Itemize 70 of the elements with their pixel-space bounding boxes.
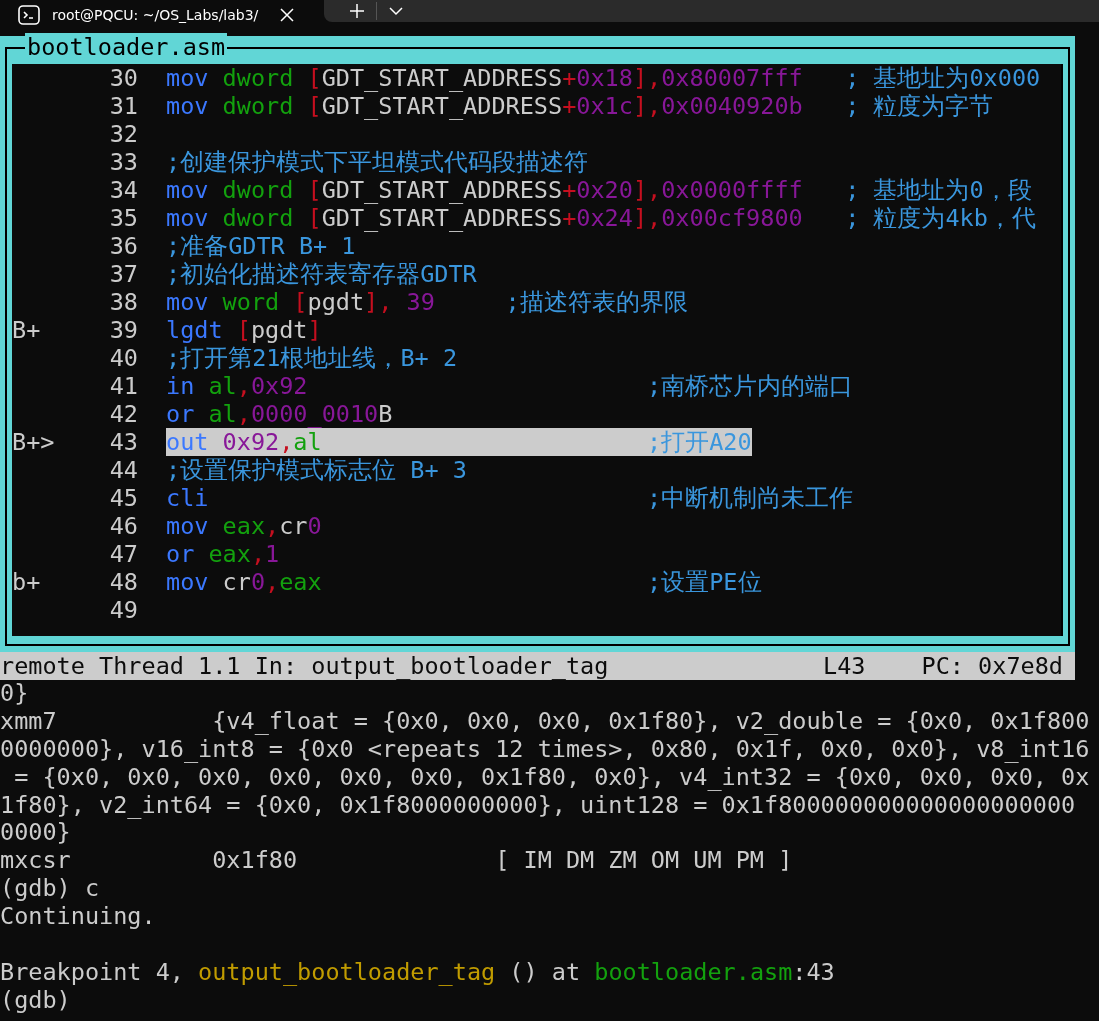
console-line: (gdb) [0, 986, 72, 1015]
code-line: ;初始化描述符表寄存器GDTR [166, 260, 477, 288]
line-number: 45 [108, 484, 138, 512]
code-line: in al,0x92 [166, 372, 309, 400]
line-number: 30 [108, 64, 138, 92]
console-line: 0000000}, v16_int8 = {0x0 <repeats 12 times>, 0x80, 0x1f, 0x0, 0x0}, v8_int16 [0, 735, 1091, 764]
terminal-icon [18, 5, 40, 25]
console-line: Continuing. [0, 903, 157, 931]
line-number: 47 [108, 540, 138, 568]
close-icon[interactable] [280, 8, 295, 22]
line-number: 37 [108, 260, 138, 288]
line-number: 41 [108, 372, 138, 400]
chevron-down-icon[interactable] [389, 6, 404, 16]
code-line: ;创建保护模式下平坦模式代码段描述符 [166, 148, 589, 176]
code-line: ;准备GDTR B+ 1 [166, 232, 356, 260]
line-number: 39 [108, 316, 138, 344]
line-number: 35 [108, 204, 138, 232]
console-line: Breakpoint 4, output_bootloader_tag () at bootloader.asm:43 [0, 958, 836, 987]
code-line: mov cr0,eax [166, 568, 323, 596]
code-comment: ;打开A20 [647, 428, 752, 456]
line-number: 40 [108, 344, 138, 372]
line-number: 43 [108, 428, 138, 456]
tab-title: root@PQCU: ~/OS_Labs/lab3/ [52, 7, 259, 23]
console-line: (gdb) c [0, 875, 101, 904]
console-line: xmm7 {v4_float = {0x0, 0x0, 0x0, 0x1f80}, v2_double = {0x0, 0x1f800 [0, 707, 1091, 736]
thread-status: remote Thread 1.1 In: output_bootloader_tag [0, 652, 609, 680]
code-line: mov dword [GDT_START_ADDRESS+0x24],0x00cf9800 [166, 204, 804, 232]
line-number: 31 [108, 92, 138, 120]
code-line: mov dword [GDT_START_ADDRESS+0x1c],0x0040920b [166, 92, 804, 120]
line-number: 33 [108, 148, 138, 176]
code-comment: ; 基地址为0，段 [845, 176, 1032, 204]
code-comment: ;南桥芯片内的端口 [647, 372, 854, 400]
code-line: out 0x92,al [166, 428, 323, 456]
code-comment: ;描述符表的界限 [505, 288, 688, 316]
console-line: 0} [0, 680, 30, 708]
console-line: 1f80}, v2_int64 = {0x0, 0x1f8000000000}, uint128 = 0x1f800000000000000000000 [0, 791, 1077, 820]
code-comment: ; 基地址为0x000 [845, 64, 1041, 92]
code-line: ;打开第21根地址线，B+ 2 [166, 344, 458, 372]
line-number: 34 [108, 176, 138, 204]
line-number: 44 [108, 456, 138, 484]
plus-icon[interactable] [350, 4, 365, 18]
breakpoint-marker: B+ [12, 316, 41, 344]
line-number: 48 [108, 568, 138, 596]
line-number: 49 [108, 596, 138, 624]
breakpoint-marker: B+> [12, 428, 55, 456]
code-comment: ;设置PE位 [647, 568, 762, 596]
code-line: mov eax,cr0 [166, 512, 322, 540]
code-line: mov dword [GDT_START_ADDRESS+0x20],0x0000ffff [166, 176, 804, 204]
line-number: 32 [108, 120, 138, 148]
breakpoint-marker: b+ [12, 568, 41, 596]
code-comment: ; 粒度为字节 [845, 92, 994, 120]
code-line: cli [166, 484, 210, 512]
line-number: 36 [108, 232, 138, 260]
code-line: ;设置保护模式标志位 B+ 3 [166, 456, 467, 484]
code-line: mov word [pgdt], 39 [166, 288, 436, 316]
console-line: mxcsr 0x1f80 [ IM DM ZM OM UM PM ] [0, 847, 794, 876]
console-line: 0000} [0, 819, 72, 848]
pc-indicator: PC: 0x7e8d [921, 652, 1063, 680]
line-number: 46 [108, 512, 138, 540]
code-comment: ;中断机制尚未工作 [647, 484, 854, 512]
line-number: 42 [108, 400, 138, 428]
code-line: mov dword [GDT_START_ADDRESS+0x18],0x80007fff [166, 64, 804, 92]
code-line: or eax,1 [166, 540, 280, 568]
line-indicator: L43 [823, 652, 866, 680]
console-line: = {0x0, 0x0, 0x0, 0x0, 0x0, 0x0, 0x1f80, 0x0}, v4_int32 = {0x0, 0x0, 0x0, 0x [13, 763, 1091, 792]
code-line: lgdt [pgdt] [166, 316, 322, 344]
code-line: or al,0000_0010B [166, 400, 393, 428]
line-number: 38 [108, 288, 138, 316]
terminal-tab[interactable]: root@PQCU: ~/OS_Labs/lab3/ [0, 0, 313, 30]
code-comment: ; 粒度为4kb，代 [845, 204, 1036, 232]
